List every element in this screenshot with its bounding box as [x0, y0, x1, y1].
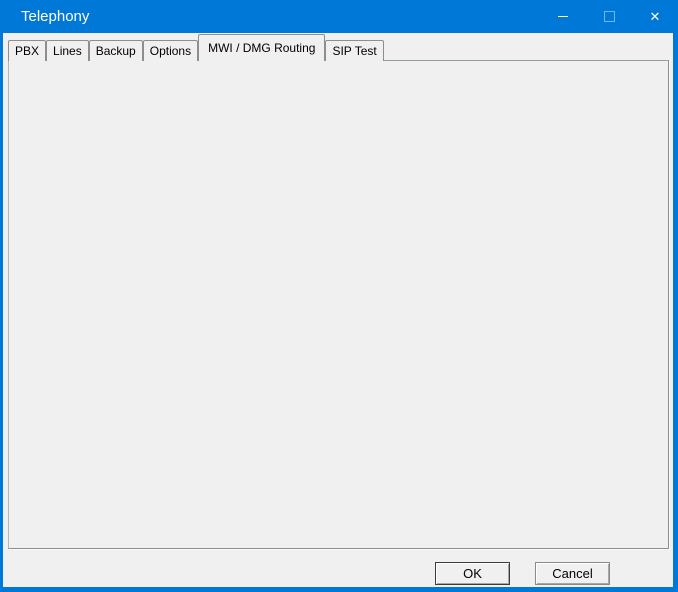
- tab-page-mwi-dmg-routing: [8, 60, 669, 549]
- dialog-body: PBX Lines Backup Options MWI / DMG Routing SI…: [3, 33, 673, 587]
- tab-backup[interactable]: Backup: [89, 40, 143, 61]
- tab-label: PBX: [15, 44, 39, 58]
- tab-label: Lines: [53, 44, 82, 58]
- tab-label: Options: [150, 44, 191, 58]
- minimize-button[interactable]: [540, 0, 586, 33]
- window-controls: ✕: [540, 0, 678, 33]
- titlebar[interactable]: Telephony ✕: [0, 0, 678, 33]
- tab-lines[interactable]: Lines: [46, 40, 89, 61]
- ok-button[interactable]: OK: [435, 562, 510, 585]
- tab-pbx[interactable]: PBX: [8, 40, 46, 61]
- tab-label: SIP Test: [332, 44, 376, 58]
- cancel-button[interactable]: Cancel: [535, 562, 610, 585]
- close-button[interactable]: ✕: [632, 0, 678, 33]
- telephony-dialog: Telephony ✕ PBX Lines Backup Options MWI / D…: [0, 0, 678, 592]
- maximize-button[interactable]: [586, 0, 632, 33]
- tab-mwi-dmg-routing[interactable]: MWI / DMG Routing: [198, 34, 325, 61]
- tab-label: Backup: [96, 44, 136, 58]
- tab-options[interactable]: Options: [143, 40, 198, 61]
- maximize-icon: [604, 11, 615, 22]
- tab-strip: PBX Lines Backup Options MWI / DMG Routing SI…: [8, 40, 384, 61]
- tab-label: MWI / DMG Routing: [208, 41, 315, 55]
- close-icon: ✕: [650, 10, 661, 23]
- minimize-icon: [558, 16, 568, 17]
- tab-sip-test[interactable]: SIP Test: [325, 40, 383, 61]
- window-title: Telephony: [0, 8, 540, 25]
